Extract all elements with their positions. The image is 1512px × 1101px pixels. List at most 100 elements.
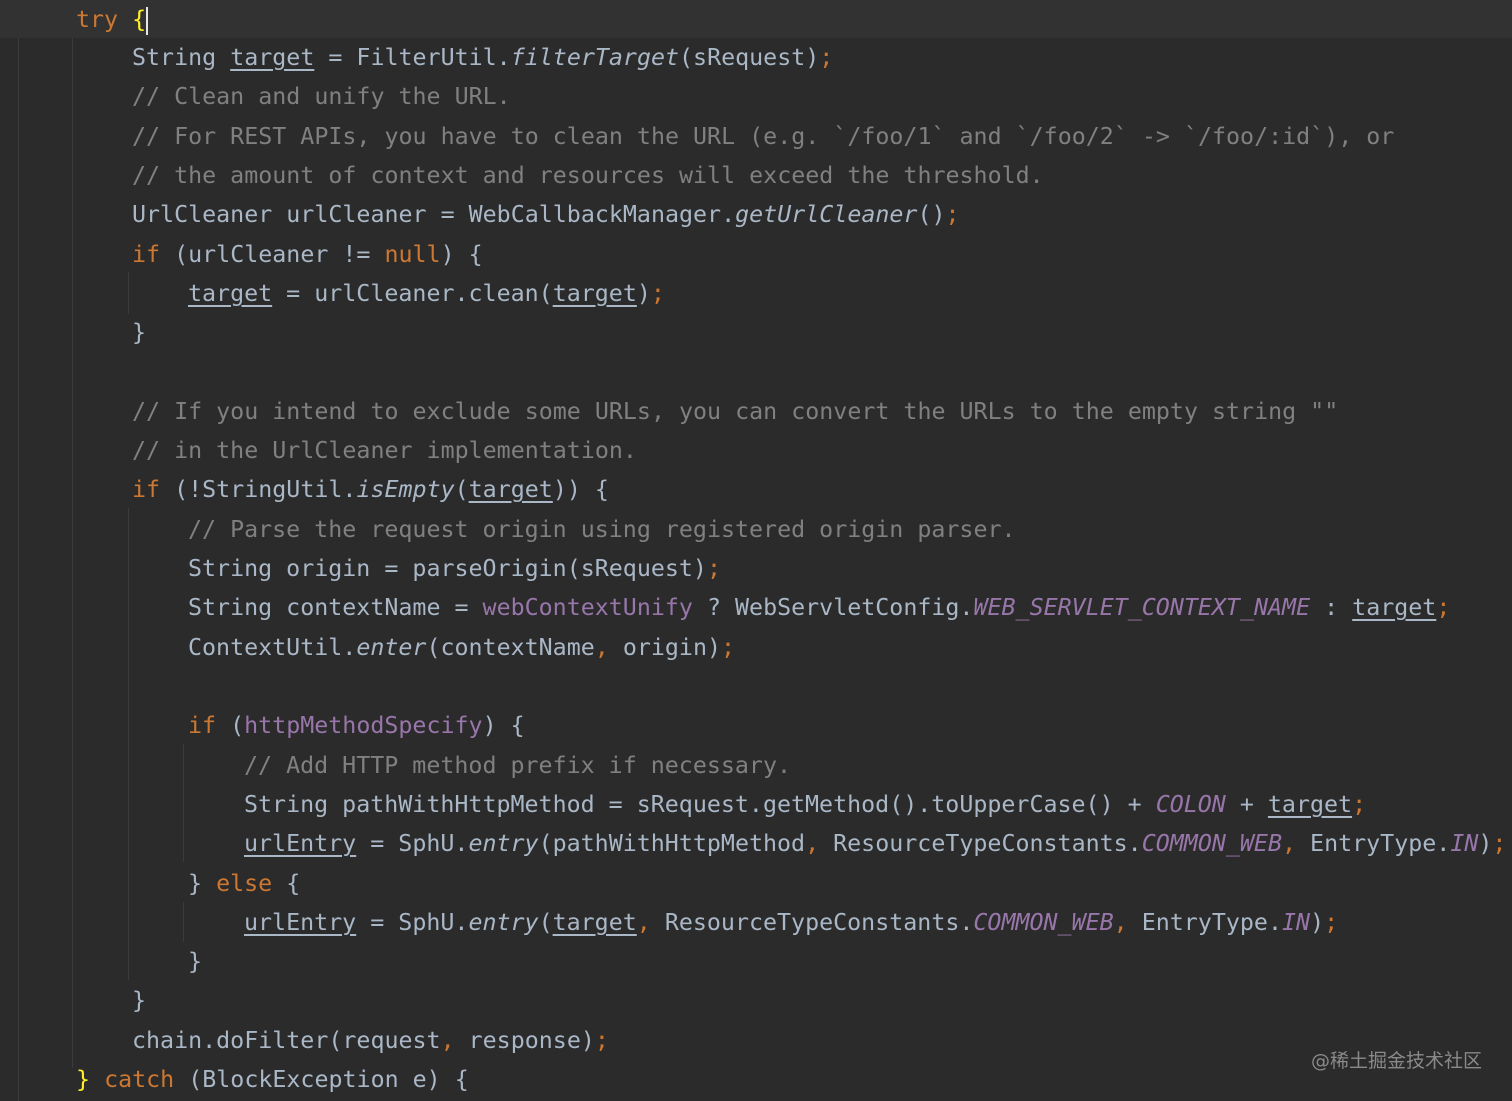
code-text: chain.doFilter(request	[132, 1027, 441, 1054]
code-line[interactable]: try {	[76, 0, 149, 39]
code-text: response)	[454, 1027, 595, 1054]
code-text: String	[132, 44, 231, 71]
code-text: {	[272, 870, 301, 897]
code-line[interactable]: UrlCleaner urlCleaner = WebCallbackManag…	[132, 195, 960, 234]
variable: urlEntry	[244, 909, 357, 936]
code-text: String contextName =	[188, 594, 483, 621]
brace: }	[132, 319, 147, 346]
code-line[interactable]: String target = FilterUtil.filterTarget(…	[132, 38, 833, 77]
matched-brace: {	[132, 6, 147, 33]
code-text: ? WebServletConfig.	[692, 594, 974, 621]
semicolon: ;	[945, 201, 960, 228]
brace: }	[132, 987, 147, 1014]
code-line[interactable]: } catch (BlockException e) {	[76, 1060, 469, 1099]
code-text: (	[216, 712, 245, 739]
text-caret	[146, 6, 149, 35]
variable: target	[230, 44, 315, 71]
semicolon: ;	[594, 1027, 609, 1054]
comment: // Clean and unify the URL.	[132, 83, 511, 110]
code-line[interactable]: String origin = parseOrigin(sRequest);	[188, 549, 721, 588]
code-line[interactable]: if (urlCleaner != null) {	[132, 235, 483, 274]
comma: ,	[805, 830, 820, 857]
code-text: (	[538, 909, 553, 936]
comma: ,	[594, 634, 609, 661]
static-method: entry	[468, 830, 539, 857]
keyword: null	[384, 241, 441, 268]
code-line[interactable]: // in the UrlCleaner implementation.	[132, 431, 637, 470]
code-text: = SphU.	[356, 909, 469, 936]
brace: }	[188, 948, 203, 975]
code-text: (contextName	[426, 634, 595, 661]
variable: target	[552, 280, 637, 307]
keyword: else	[216, 870, 273, 897]
variable: target	[1352, 594, 1437, 621]
code-text: :	[1310, 594, 1353, 621]
code-line[interactable]: // For REST APIs, you have to clean the …	[132, 117, 1394, 156]
code-line[interactable]: // the amount of context and resources w…	[132, 156, 1044, 195]
constant: COMMON_WEB	[973, 909, 1114, 936]
code-text: ResourceTypeConstants.	[650, 909, 974, 936]
indent-guide	[183, 744, 184, 862]
code-line[interactable]: String pathWithHttpMethod = sRequest.get…	[244, 785, 1366, 824]
semicolon: ;	[721, 634, 736, 661]
code-text: = SphU.	[356, 830, 469, 857]
code-text: EntryType.	[1127, 909, 1282, 936]
code-text: (!StringUtil.	[160, 476, 357, 503]
comma: ,	[1281, 830, 1297, 857]
comment: // For REST APIs, you have to clean the …	[132, 123, 1395, 150]
indent-guide	[128, 508, 129, 980]
code-line[interactable]: // Parse the request origin using regist…	[188, 510, 1016, 549]
code-line[interactable]: // Clean and unify the URL.	[132, 77, 511, 116]
code-text: = urlCleaner.clean(	[272, 280, 553, 307]
code-text: }	[188, 870, 217, 897]
code-line[interactable]: // Add HTTP method prefix if necessary.	[244, 746, 791, 785]
code-line[interactable]: }	[132, 981, 146, 1020]
code-text: )	[1310, 909, 1325, 936]
code-line[interactable]: }	[132, 313, 146, 352]
static-method: entry	[468, 909, 539, 936]
code-line[interactable]: urlEntry = SphU.entry(target, ResourceTy…	[244, 903, 1338, 942]
code-text: UrlCleaner urlCleaner = WebCallbackManag…	[132, 201, 736, 228]
code-line[interactable]: urlEntry = SphU.entry(pathWithHttpMethod…	[244, 824, 1506, 863]
comma: ,	[440, 1027, 455, 1054]
keyword: try	[76, 6, 119, 33]
static-method: filterTarget	[510, 44, 680, 71]
code-line[interactable]: if (httpMethodSpecify) {	[188, 706, 525, 745]
comma: ,	[1113, 909, 1128, 936]
keyword: catch	[104, 1066, 175, 1093]
variable: target	[552, 909, 637, 936]
static-method: enter	[356, 634, 427, 661]
comment: // If you intend to exclude some URLs, y…	[132, 398, 1339, 425]
code-line[interactable]: ContextUtil.enter(contextName, origin);	[188, 628, 735, 667]
static-method: isEmpty	[356, 476, 455, 503]
code-text: ) {	[482, 712, 525, 739]
code-editor[interactable]: try { String target = FilterUtil.filterT…	[0, 0, 1512, 1101]
code-text: String pathWithHttpMethod = sRequest.get…	[244, 791, 1156, 818]
constant: IN	[1450, 830, 1479, 857]
code-text: )	[636, 280, 651, 307]
comment: // Add HTTP method prefix if necessary.	[244, 752, 792, 779]
code-line[interactable]: String contextName = webContextUnify ? W…	[188, 588, 1450, 627]
code-text: (BlockException e) {	[174, 1066, 469, 1093]
keyword: if	[188, 712, 217, 739]
code-line[interactable]: } else {	[188, 864, 300, 903]
semicolon: ;	[1436, 594, 1451, 621]
code-line[interactable]: if (!StringUtil.isEmpty(target)) {	[132, 470, 609, 509]
constant: COMMON_WEB	[1141, 830, 1282, 857]
semicolon: ;	[706, 555, 721, 582]
indent-guide	[183, 902, 184, 942]
code-line[interactable]: }	[188, 942, 202, 981]
comment: // the amount of context and resources w…	[132, 162, 1044, 189]
variable: target	[188, 280, 273, 307]
code-line[interactable]: target = urlCleaner.clean(target);	[188, 274, 665, 313]
code-line[interactable]: // If you intend to exclude some URLs, y…	[132, 392, 1338, 431]
code-text: String origin = parseOrigin(sRequest)	[188, 555, 707, 582]
keyword: if	[132, 241, 161, 268]
semicolon: ;	[1492, 830, 1507, 857]
matched-brace: }	[76, 1066, 91, 1093]
semicolon: ;	[1352, 791, 1367, 818]
code-line[interactable]: chain.doFilter(request, response);	[132, 1021, 609, 1060]
constant: WEB_SERVLET_CONTEXT_NAME	[973, 594, 1311, 621]
constant: COLON	[1155, 791, 1226, 818]
semicolon: ;	[650, 280, 665, 307]
